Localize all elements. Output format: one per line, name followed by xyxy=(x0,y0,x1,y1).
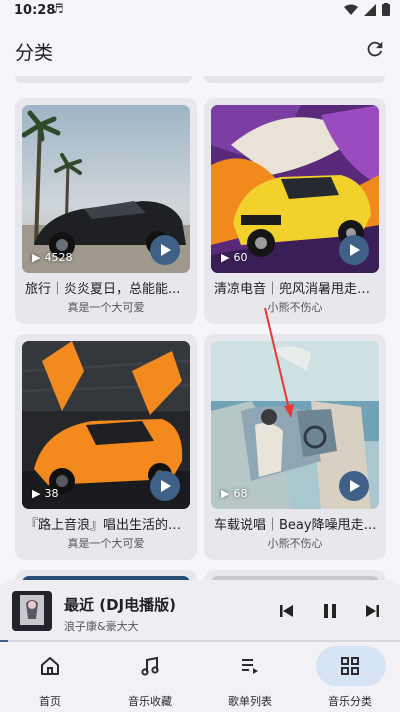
nav-label: 音乐收藏 xyxy=(128,695,172,708)
play-count-icon: ▶ xyxy=(32,251,41,264)
play-icon xyxy=(350,480,360,492)
play-count: ▶ 60 xyxy=(221,251,248,264)
nav-label: 音乐分类 xyxy=(328,695,372,708)
playlist-author: 真是一个大可爱 xyxy=(67,301,145,314)
playlist-card[interactable]: ▶ 68 车载说唱｜Beay降噪甩走烦恼 小熊不伤心 xyxy=(204,334,386,560)
playlist-card[interactable] xyxy=(204,570,386,580)
status-bar: 10:28 ♬ xyxy=(0,0,400,24)
nav-item-home[interactable]: 首页 xyxy=(0,642,100,712)
play-count: ▶ 4528 xyxy=(32,251,73,264)
playlist-title: 旅行｜炎炎夏日，总能能... xyxy=(25,282,181,297)
status-time: 10:28 xyxy=(14,3,56,18)
skip-previous-icon xyxy=(280,605,293,617)
refresh-icon[interactable] xyxy=(364,38,386,60)
play-count-icon: ▶ xyxy=(221,251,230,264)
next-button[interactable] xyxy=(361,600,383,622)
play-icon xyxy=(350,244,360,256)
playlist-icon xyxy=(242,659,258,674)
play-icon xyxy=(161,244,171,256)
bottom-nav: 首页 音乐收藏 歌单列表 音乐分类 xyxy=(0,642,400,712)
previous-button[interactable] xyxy=(276,600,298,622)
playlist-card[interactable] xyxy=(15,570,197,580)
nav-item-favorites[interactable]: 音乐收藏 xyxy=(100,642,200,712)
play-count: ▶ 68 xyxy=(221,487,248,500)
play-button[interactable] xyxy=(150,235,180,265)
status-icons xyxy=(344,3,390,16)
nav-label: 首页 xyxy=(39,695,61,708)
mini-player[interactable]: 最近 (DJ电播版) 浪子康&豪大大 xyxy=(0,580,400,642)
playlist-card[interactable]: ▶ 60 清凉电音｜兜风消暑甩走炎... 小熊不伤心 xyxy=(204,98,386,324)
pause-icon xyxy=(324,604,336,618)
battery-icon xyxy=(382,3,390,16)
now-playing-artist: 浪子康&豪大大 xyxy=(64,620,139,633)
play-button[interactable] xyxy=(339,471,369,501)
signal-icon xyxy=(364,3,376,16)
grid-icon xyxy=(341,657,359,675)
playlist-title: 车载说唱｜Beay降噪甩走烦恼 xyxy=(214,518,377,533)
previous-card-edge xyxy=(204,76,385,83)
nav-label: 歌单列表 xyxy=(228,695,272,708)
home-icon xyxy=(41,657,59,675)
app-bar: 分类 xyxy=(0,24,400,76)
previous-card-edge xyxy=(15,76,192,83)
playlist-cover[interactable]: ▶ 38 xyxy=(22,341,190,509)
play-icon xyxy=(161,480,171,492)
now-playing-cover[interactable] xyxy=(12,591,52,631)
skip-next-icon xyxy=(366,605,379,617)
playlist-title: 『路上音浪』唱出生活的无... xyxy=(25,518,188,533)
play-count-icon: ▶ xyxy=(221,487,230,500)
music-note-status-icon: ♬ xyxy=(52,2,64,17)
pause-button[interactable] xyxy=(319,600,341,622)
play-count-icon: ▶ xyxy=(32,487,41,500)
playlist-author: 真是一个大可爱 xyxy=(67,537,145,550)
playlist-card[interactable]: ▶ 38 『路上音浪』唱出生活的无... 真是一个大可爱 xyxy=(15,334,197,560)
play-button[interactable] xyxy=(339,235,369,265)
playlist-card[interactable]: ▶ 4528 旅行｜炎炎夏日，总能能... 真是一个大可爱 xyxy=(15,98,197,324)
now-playing-title: 最近 (DJ电播版) xyxy=(64,596,176,614)
playlist-title: 清凉电音｜兜风消暑甩走炎... xyxy=(214,282,377,297)
page-title: 分类 xyxy=(15,42,54,64)
playlist-grid[interactable]: ▶ 4528 旅行｜炎炎夏日，总能能... 真是一个大可爱 ▶ 60 清凉电音｜… xyxy=(0,76,400,580)
play-count: ▶ 38 xyxy=(32,487,59,500)
playlist-author: 小熊不伤心 xyxy=(267,537,323,550)
playlist-cover[interactable]: ▶ 68 xyxy=(211,341,379,509)
nav-item-playlists[interactable]: 歌单列表 xyxy=(200,642,300,712)
play-button[interactable] xyxy=(150,471,180,501)
playlist-cover[interactable]: ▶ 4528 xyxy=(22,105,190,273)
music-note-icon xyxy=(141,656,159,676)
wifi-icon xyxy=(344,4,358,15)
playlist-cover[interactable]: ▶ 60 xyxy=(211,105,379,273)
nav-item-categories[interactable]: 音乐分类 xyxy=(300,642,400,712)
playlist-author: 小熊不伤心 xyxy=(267,301,323,314)
